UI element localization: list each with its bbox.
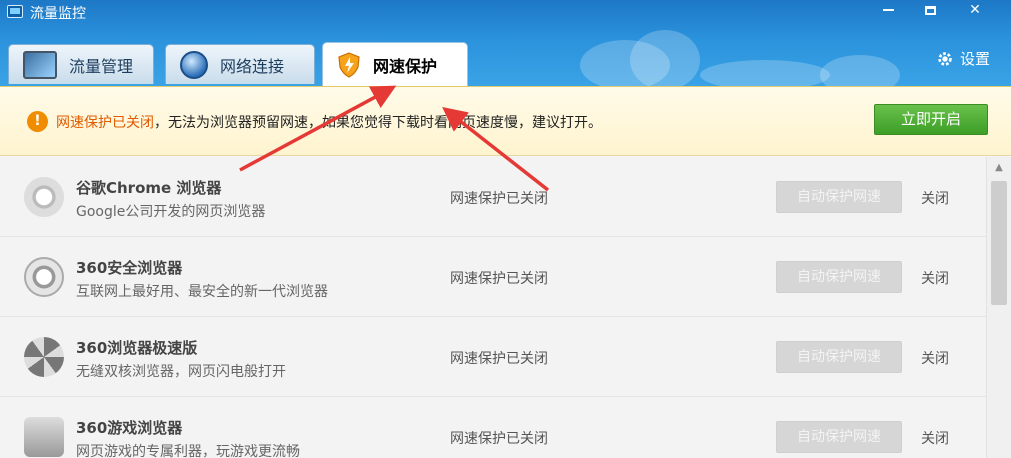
notice-highlight: 网速保护已关闭 [56, 115, 154, 131]
settings-button[interactable]: 设置 [936, 48, 990, 69]
browser-name: 360游戏浏览器 [76, 419, 183, 437]
chrome-icon [24, 177, 64, 217]
360se-icon [24, 257, 64, 297]
browser-name: 360安全浏览器 [76, 259, 183, 277]
close-button[interactable]: ✕ [953, 0, 997, 20]
list-item: 360安全浏览器 互联网上最好用、最安全的新一代浏览器 网速保护已关闭 自动保护… [0, 237, 986, 317]
notice-text: 网速保护已关闭，无法为浏览器预留网速，如果您觉得下载时看网页速度慢，建议打开。 [56, 112, 602, 132]
warning-icon: ! [27, 111, 48, 132]
maximize-icon [924, 5, 936, 15]
maximize-button[interactable] [908, 0, 952, 20]
gear-icon [938, 51, 952, 66]
notice-banner: ! 网速保护已关闭，无法为浏览器预留网速，如果您觉得下载时看网页速度慢，建议打开… [0, 86, 1011, 156]
monitor-icon [23, 50, 57, 79]
list-item: 360浏览器极速版 无缝双核浏览器，网页闪电般打开 网速保护已关闭 自动保护网速… [0, 317, 986, 397]
game-browser-icon [24, 417, 64, 457]
browser-desc: 互联网上最好用、最安全的新一代浏览器 [76, 284, 328, 300]
notice-message: ，无法为浏览器预留网速，如果您觉得下载时看网页速度慢，建议打开。 [154, 115, 602, 131]
minimize-icon [882, 9, 894, 11]
tab-traffic-management[interactable]: 流量管理 [8, 44, 154, 84]
minimize-button[interactable] [866, 0, 910, 20]
auto-protect-button[interactable]: 自动保护网速 [776, 261, 902, 293]
tab-speed-protection[interactable]: 网速保护 [322, 42, 468, 86]
scroll-thumb[interactable] [991, 181, 1007, 305]
tab-label: 网速保护 [373, 56, 438, 76]
360ee-icon [24, 337, 64, 377]
browser-desc: 无缝双核浏览器，网页闪电般打开 [76, 364, 286, 380]
close-protection-link[interactable]: 关闭 [921, 428, 949, 448]
auto-protect-button[interactable]: 自动保护网速 [776, 341, 902, 373]
status-text: 网速保护已关闭 [450, 351, 548, 367]
tab-network-connections[interactable]: 网络连接 [165, 44, 315, 84]
vertical-scrollbar[interactable]: ▲ [986, 157, 1011, 458]
settings-label: 设置 [960, 50, 991, 68]
browser-name: 谷歌Chrome 浏览器 [76, 179, 222, 197]
browser-desc: 网页游戏的专属利器，玩游戏更流畅 [76, 444, 300, 458]
app-icon [7, 5, 23, 18]
header-bar: 流量监控 ✕ 流量管理 网络连接 网速保护 设置 [0, 0, 1011, 86]
globe-icon [180, 50, 208, 79]
browser-list: 谷歌Chrome 浏览器 Google公司开发的网页浏览器 网速保护已关闭 自动… [0, 157, 986, 458]
browser-name: 360浏览器极速版 [76, 339, 198, 357]
list-item: 谷歌Chrome 浏览器 Google公司开发的网页浏览器 网速保护已关闭 自动… [0, 157, 986, 237]
auto-protect-button[interactable]: 自动保护网速 [776, 181, 902, 213]
status-text: 网速保护已关闭 [450, 431, 548, 447]
title-bar: 流量监控 ✕ [0, 0, 1011, 24]
status-text: 网速保护已关闭 [450, 191, 548, 207]
tab-label: 流量管理 [69, 56, 134, 76]
scroll-up-arrow-icon[interactable]: ▲ [987, 157, 1011, 179]
enable-now-button[interactable]: 立即开启 [874, 104, 988, 135]
close-protection-link[interactable]: 关闭 [921, 188, 949, 208]
status-text: 网速保护已关闭 [450, 271, 548, 287]
window-title: 流量监控 [30, 6, 86, 22]
auto-protect-button[interactable]: 自动保护网速 [776, 421, 902, 453]
close-protection-link[interactable]: 关闭 [921, 268, 949, 288]
browser-desc: Google公司开发的网页浏览器 [76, 204, 266, 220]
close-protection-link[interactable]: 关闭 [921, 348, 949, 368]
list-item: 360游戏浏览器 网页游戏的专属利器，玩游戏更流畅 网速保护已关闭 自动保护网速… [0, 397, 986, 458]
shield-icon [338, 51, 360, 78]
tab-label: 网络连接 [220, 56, 285, 76]
